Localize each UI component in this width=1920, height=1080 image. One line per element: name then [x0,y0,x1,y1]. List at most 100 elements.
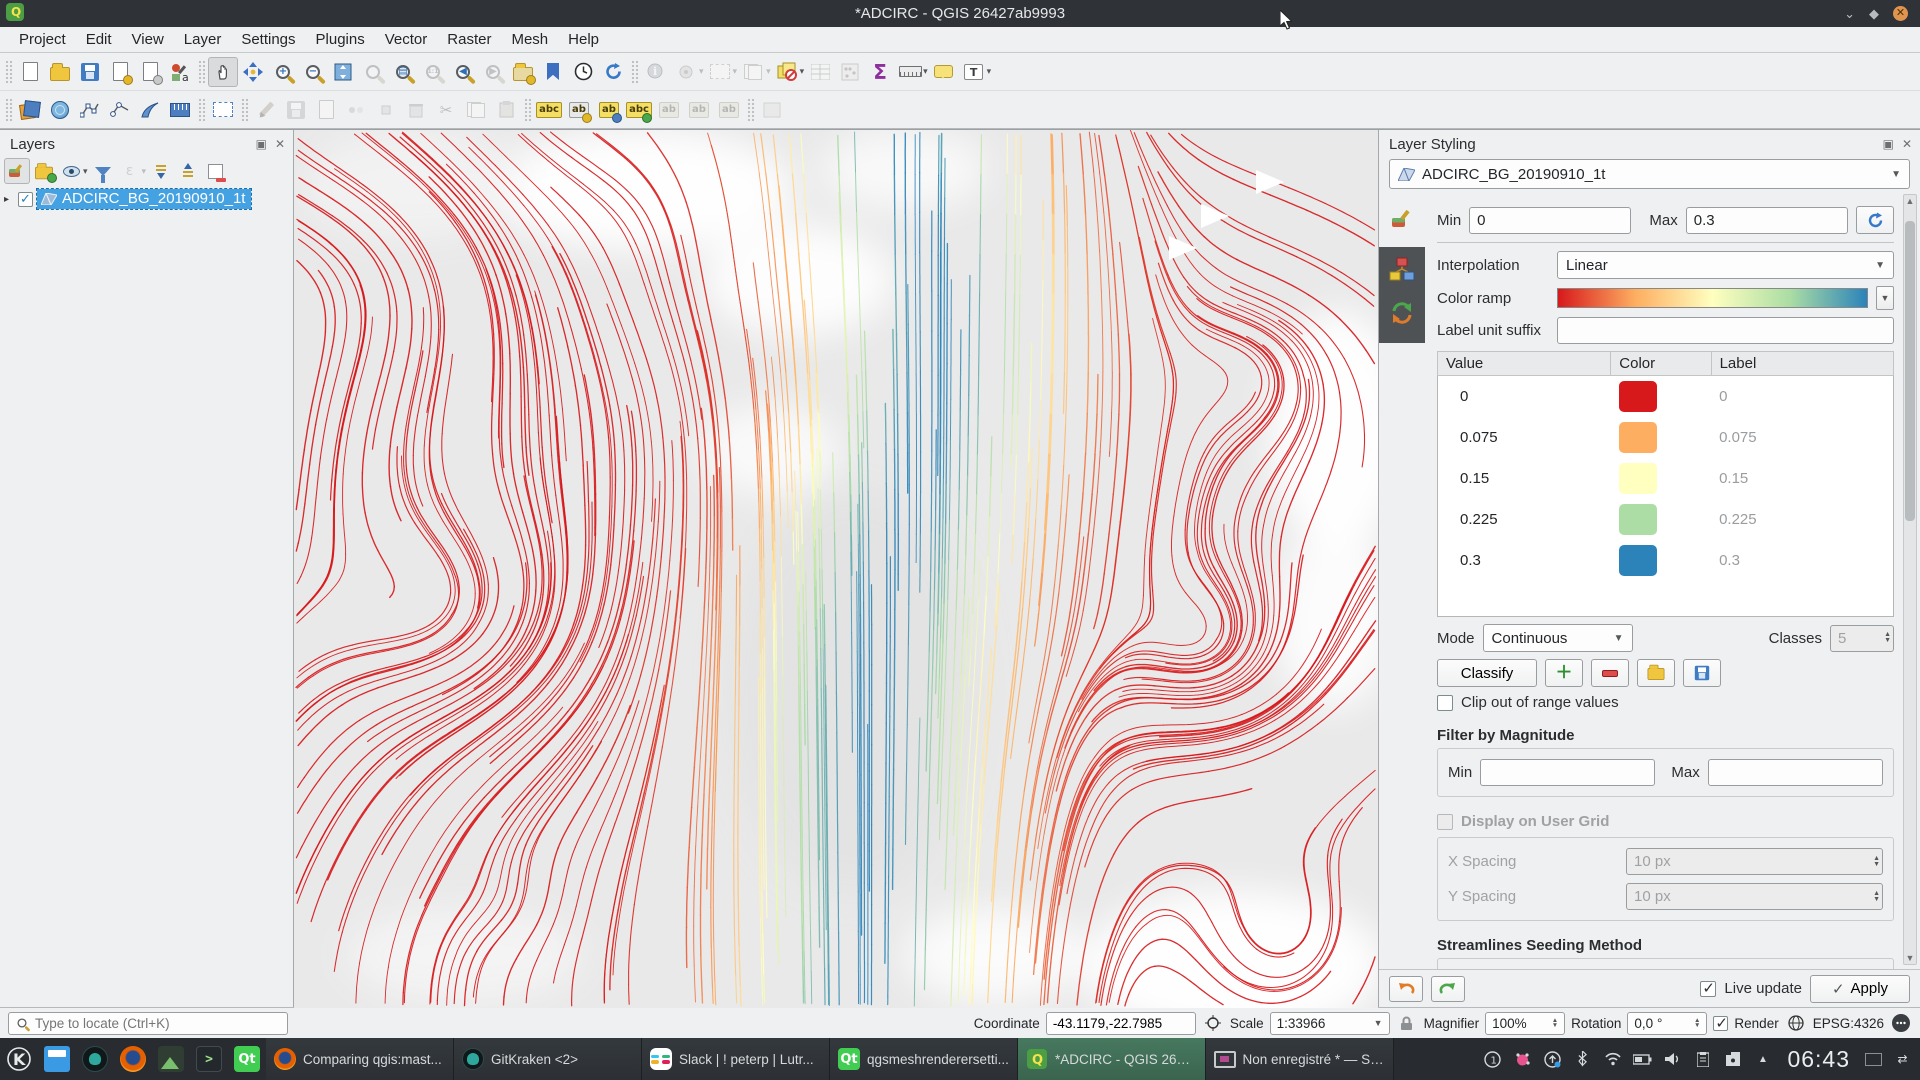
classify-button[interactable]: Classify [1437,659,1537,687]
toolbar-grip[interactable] [197,59,206,85]
coordinate-capture-icon[interactable] [1202,1015,1224,1031]
notifications-icon[interactable]: 1 [1483,1050,1502,1069]
column-header-value[interactable]: Value [1438,352,1611,376]
toolbar-grip[interactable] [4,59,13,85]
task-spyder[interactable]: Non enregistré * — Sp... [1206,1038,1394,1080]
bluetooth-icon[interactable] [1573,1050,1592,1069]
column-header-label[interactable]: Label [1711,352,1893,376]
reload-minmax-button[interactable] [1856,206,1894,234]
rotation-spinner[interactable]: 0,0 °▲▼ [1627,1012,1707,1035]
menu-raster[interactable]: Raster [438,29,500,50]
panel-close-icon[interactable]: ✕ [275,137,285,151]
task-qt-creator[interactable]: Qt qgsmeshrenderersetti... [830,1038,1018,1080]
app-launcher-icon[interactable]: K [0,1040,38,1078]
table-row[interactable]: 0.3 0.3 [1438,540,1894,617]
mesh-edit-icon[interactable] [135,95,165,125]
scroll-up-icon[interactable]: ▲ [1906,195,1915,207]
display-user-grid-checkbox[interactable] [1437,814,1453,830]
messages-icon[interactable] [1890,1013,1912,1033]
pan-map-icon[interactable] [208,57,238,87]
panel-float-icon[interactable]: ▣ [1883,137,1894,151]
styling-tab-history-icon[interactable] [1390,301,1414,329]
menu-project[interactable]: Project [10,29,75,50]
locate-box[interactable] [8,1012,288,1035]
panel-float-icon[interactable]: ▣ [256,137,267,151]
new-bookmark-icon[interactable] [508,57,538,87]
layer-expander-icon[interactable]: ▸ [4,194,14,205]
collapse-all-icon[interactable] [175,158,201,184]
styling-tab-symbology-icon[interactable] [1391,209,1413,233]
task-slack[interactable]: Slack | ! peterp | Lutr... [642,1038,830,1080]
scroll-down-icon[interactable]: ▼ [1906,952,1915,964]
save-color-map-button[interactable] [1683,659,1721,687]
mode-select[interactable]: Continuous ▼ [1483,624,1633,652]
locate-input[interactable] [35,1016,281,1031]
min-input[interactable] [1469,207,1631,234]
menu-vector[interactable]: Vector [376,29,437,50]
zoom-out-icon[interactable]: − [298,57,328,87]
virtual-desktop-pager[interactable] [1865,1053,1882,1066]
render-checkbox[interactable] [1713,1016,1728,1031]
file-manager-icon[interactable] [38,1040,76,1078]
magnifier-spinner[interactable]: 100%▲▼ [1485,1012,1565,1035]
updates-icon[interactable] [1543,1050,1562,1069]
wifi-icon[interactable] [1603,1050,1622,1069]
save-project-icon[interactable] [75,57,105,87]
menu-layer[interactable]: Layer [175,29,231,50]
data-source-manager-icon[interactable] [15,95,45,125]
task-gitkraken[interactable]: GitKraken <2> [454,1038,642,1080]
color-app-icon[interactable] [1513,1050,1532,1069]
layer-item[interactable]: ▸ ADCIRC_BG_20190910_1t [0,188,293,210]
clip-out-of-range-checkbox[interactable] [1437,695,1453,711]
toolbar-grip[interactable] [240,97,249,123]
zoom-last-icon[interactable]: ◀ [448,57,478,87]
window-shade-icon[interactable]: ⌄ [1844,7,1855,20]
color-ramp-menu-button[interactable]: ▼ [1876,286,1894,310]
column-header-color[interactable]: Color [1611,352,1711,376]
menu-edit[interactable]: Edit [77,29,121,50]
color-swatch[interactable] [1619,463,1657,494]
color-ramp-preview[interactable] [1557,288,1868,308]
table-row[interactable]: 0.075 0.075 [1438,417,1894,458]
tray-expand-icon[interactable]: ▲ [1753,1050,1772,1069]
filter-min-input[interactable] [1480,759,1655,786]
zoom-to-layer-icon[interactable]: ▤ [388,57,418,87]
table-row[interactable]: 0.15 0.15 [1438,458,1894,499]
menu-settings[interactable]: Settings [232,29,304,50]
layer-labeling-icon[interactable]: abc [534,95,564,125]
battery-icon[interactable] [1633,1050,1652,1069]
zoom-in-icon[interactable]: + [268,57,298,87]
lock-scale-icon[interactable] [1396,1016,1418,1031]
layout-manager-icon[interactable] [135,57,165,87]
vertex-tool-icon[interactable] [75,95,105,125]
vault-icon[interactable] [1723,1050,1742,1069]
mesh-transform-icon[interactable] [165,95,195,125]
label-unit-suffix-input[interactable] [1557,317,1894,344]
map-canvas[interactable] [294,130,1378,1008]
gitkraken-launcher-icon[interactable] [76,1040,114,1078]
max-input[interactable] [1686,207,1848,234]
window-maximize-icon[interactable]: ◆ [1869,7,1879,20]
toolbar-grip[interactable] [523,97,532,123]
table-row[interactable]: 0 0 [1438,376,1894,418]
show-bookmarks-icon[interactable] [538,57,568,87]
scale-select[interactable]: 1:33966▼ [1270,1012,1390,1035]
toolbar-grip[interactable] [197,97,206,123]
image-viewer-icon[interactable] [152,1040,190,1078]
menu-plugins[interactable]: Plugins [307,29,374,50]
color-swatch[interactable] [1619,545,1657,576]
remove-class-button[interactable] [1591,659,1629,687]
panel-scrollbar[interactable]: ▲ ▼ [1903,194,1917,965]
crs-label[interactable]: EPSG:4326 [1813,1016,1884,1031]
expand-all-icon[interactable] [148,158,174,184]
qt-creator-icon[interactable]: Qt [228,1040,266,1078]
toolbar-grip[interactable] [746,97,755,123]
task-qgis[interactable]: Q *ADCIRC - QGIS 26427... [1018,1038,1206,1080]
pan-to-selection-icon[interactable] [238,57,268,87]
remove-layer-icon[interactable] [202,158,228,184]
menu-mesh[interactable]: Mesh [502,29,557,50]
label-highlight-icon[interactable]: abc [624,95,654,125]
vertex-tool-active-layer-icon[interactable] [105,95,135,125]
toolbar-grip[interactable] [4,97,13,123]
add-layer-icon[interactable] [45,95,75,125]
